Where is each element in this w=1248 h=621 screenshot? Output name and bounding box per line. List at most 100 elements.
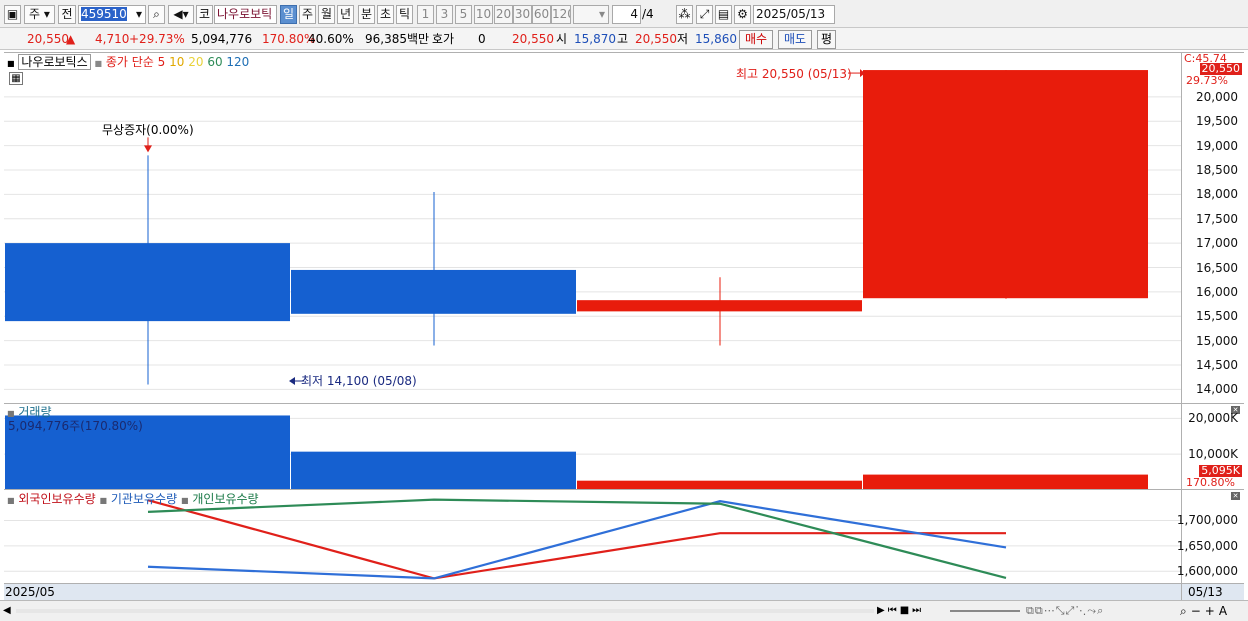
price-legend: ■ 나우로보틱스 ■ 종가 단순 5 10 20 60 120 bbox=[7, 54, 250, 71]
price-tick-label: 18,500 bbox=[1196, 163, 1238, 177]
mode-select[interactable]: 주 ▾ bbox=[24, 5, 55, 24]
code-input[interactable]: 459510 ▾ bbox=[78, 5, 146, 24]
zoom-controls[interactable]: ⌕−+A bbox=[1180, 603, 1246, 619]
volume-tick-label: 20,000K bbox=[1188, 411, 1238, 426]
period-month-tab[interactable]: 월 bbox=[318, 5, 335, 24]
up-arrow-icon: ▲ bbox=[66, 32, 76, 46]
average-button[interactable]: 평 bbox=[817, 30, 836, 49]
period-tick-tab[interactable]: 틱 bbox=[396, 5, 413, 24]
period-year-tab[interactable]: 년 bbox=[337, 5, 354, 24]
price-tick-label: 18,000 bbox=[1196, 187, 1238, 202]
legend-square-icon: ■ bbox=[7, 409, 15, 418]
low-price: 15,860 bbox=[695, 32, 737, 46]
candle-body bbox=[5, 243, 290, 322]
holdings-tick-label: 1,700,000 bbox=[1176, 513, 1238, 528]
scroll-left-icon[interactable]: ◀ bbox=[3, 604, 15, 618]
compare-icon[interactable]: ⁂ bbox=[676, 5, 693, 24]
ma-periods: 5 10 20 60 120 bbox=[158, 55, 250, 69]
zoom-slider[interactable] bbox=[950, 610, 1020, 612]
legend-stock-name[interactable]: 나우로보틱스 bbox=[18, 54, 91, 70]
price-tick-label: 20,000 bbox=[1196, 89, 1238, 104]
page-input[interactable]: 4 bbox=[612, 5, 641, 24]
code-value: 459510 bbox=[81, 7, 127, 21]
search-icon[interactable]: ⌕ bbox=[148, 5, 165, 24]
save-icon[interactable]: ▤ bbox=[715, 5, 732, 24]
price-tick-label: 17,500 bbox=[1196, 211, 1238, 226]
ma-label: 종가 단순 bbox=[105, 55, 154, 69]
chevron-down-icon: ▾ bbox=[598, 7, 606, 21]
volume-value: 5,094,776주(170.80%) bbox=[8, 419, 143, 433]
type-button[interactable]: 전 bbox=[58, 5, 76, 24]
chevron-down-icon[interactable]: ▾ bbox=[133, 6, 145, 23]
date-axis: 2025/05 05/13 bbox=[4, 583, 1244, 601]
quote-label: 호가 bbox=[432, 32, 455, 46]
interval-20[interactable]: 20 bbox=[494, 5, 513, 24]
window-icon[interactable]: ▣ bbox=[4, 5, 21, 24]
holdings-chart-pane[interactable]: ■ 외국인보유수량 ■ 기관보유수량 ■ 개인보유수량 bbox=[4, 489, 1181, 583]
interval-10[interactable]: 10 bbox=[474, 5, 493, 24]
horizontal-scrollbar[interactable] bbox=[16, 609, 874, 613]
price-change: 4,710 bbox=[95, 32, 130, 46]
price-tick-label: 19,000 bbox=[1196, 138, 1238, 153]
chart-control-bar: ◀ ▶⏮■⏭ ⧉⧉⋯⤡⤢⋱⤳⌕ ⌕−+A bbox=[0, 600, 1248, 621]
date-value: 2025/05/13 bbox=[756, 7, 826, 21]
price-tick-label: 17,000 bbox=[1196, 236, 1238, 251]
volume-tick-label: 10,000K bbox=[1188, 447, 1238, 462]
volume-bars bbox=[4, 415, 1181, 490]
price-chart-pane[interactable]: ■ 나우로보틱스 ■ 종가 단순 5 10 20 60 120 ▦ 무상증자(0… bbox=[4, 52, 1181, 403]
price-tick-label: 16,500 bbox=[1196, 260, 1238, 275]
interval-30[interactable]: 30 bbox=[513, 5, 532, 24]
playback-controls[interactable]: ▶⏮■⏭ bbox=[877, 603, 943, 619]
legend-square-icon: ■ bbox=[180, 496, 189, 505]
candle-body bbox=[863, 70, 1148, 299]
close-pane-icon[interactable]: ✕ bbox=[1231, 492, 1240, 500]
ma-period-10: 10 bbox=[165, 55, 185, 69]
quote-value: 0 bbox=[478, 32, 486, 46]
holdings-tick-label: 1,650,000 bbox=[1176, 538, 1238, 553]
interval-5[interactable]: 5 bbox=[455, 5, 472, 24]
interval-60[interactable]: 60 bbox=[532, 5, 551, 24]
legend-square-icon: ■ bbox=[7, 59, 15, 68]
current-price: 20,550 bbox=[27, 32, 69, 46]
period-week-tab[interactable]: 주 bbox=[299, 5, 316, 24]
stock-name-field[interactable]: 나우로보틱 bbox=[214, 5, 277, 24]
sell-button[interactable]: 매도 bbox=[778, 30, 812, 49]
holdings-legend: ■ 외국인보유수량 ■ 기관보유수량 ■ 개인보유수량 bbox=[7, 492, 259, 508]
price-tick-label: 14,500 bbox=[1196, 358, 1238, 372]
price-tick-label: 14,000 bbox=[1196, 382, 1238, 397]
drawing-tools-icon[interactable]: ⧉⧉⋯⤡⤢⋱⤳⌕ bbox=[1026, 603, 1176, 619]
candle-body bbox=[291, 269, 576, 314]
volume-title: 거래량 bbox=[18, 405, 52, 419]
gear-icon[interactable]: ⚙ bbox=[734, 5, 751, 24]
ma-period-120: 120 bbox=[222, 55, 250, 69]
volume-chart-pane[interactable]: ■ 거래량 5,094,776주(170.80%) bbox=[4, 403, 1181, 490]
table-icon[interactable]: ▦ bbox=[9, 72, 23, 85]
volume-axis: ✕ 5,095K 170.80% 20,000K 10,000K bbox=[1181, 403, 1244, 489]
period-second-tab[interactable]: 초 bbox=[377, 5, 394, 24]
interval-3[interactable]: 3 bbox=[436, 5, 453, 24]
open-label: 시 bbox=[556, 32, 568, 46]
volume-pct-tag: 170.80% bbox=[1186, 476, 1235, 489]
legend-institution: 기관보유수량 bbox=[110, 492, 178, 506]
calendar-icon[interactable]: ▦ bbox=[822, 23, 834, 24]
price-axis: C:45.74 20,550 29.73% 20,000 19,500 19,000… bbox=[1181, 52, 1244, 403]
speaker-icon[interactable]: ◀▾ bbox=[168, 5, 194, 24]
low-marker: 최저 14,100 (05/08) bbox=[301, 374, 417, 388]
buy-button[interactable]: 매수 bbox=[739, 30, 773, 49]
event-label: 무상증자(0.00%) bbox=[102, 123, 194, 137]
date-axis-start: 2025/05 bbox=[5, 585, 55, 599]
low-label: 저 bbox=[677, 32, 689, 46]
trade-amount: 96,385백만 bbox=[365, 32, 430, 46]
period-day-tab[interactable]: 일 bbox=[280, 5, 297, 24]
period-minute-tab[interactable]: 분 bbox=[358, 5, 375, 24]
interval-1[interactable]: 1 bbox=[417, 5, 434, 24]
axis-divider bbox=[1181, 584, 1182, 601]
ma-period-20: 20 bbox=[184, 55, 204, 69]
draw-icon[interactable]: ⤢ bbox=[696, 5, 713, 24]
date-input[interactable]: 2025/05/13 ▦ bbox=[753, 5, 835, 24]
price-tick-label: 15,500 bbox=[1196, 309, 1238, 324]
market-button[interactable]: 코 bbox=[196, 5, 213, 24]
interval-select[interactable]: ▾ bbox=[573, 5, 609, 24]
price-tick-label: 19,500 bbox=[1196, 114, 1238, 129]
interval-120[interactable]: 120 bbox=[551, 5, 571, 24]
